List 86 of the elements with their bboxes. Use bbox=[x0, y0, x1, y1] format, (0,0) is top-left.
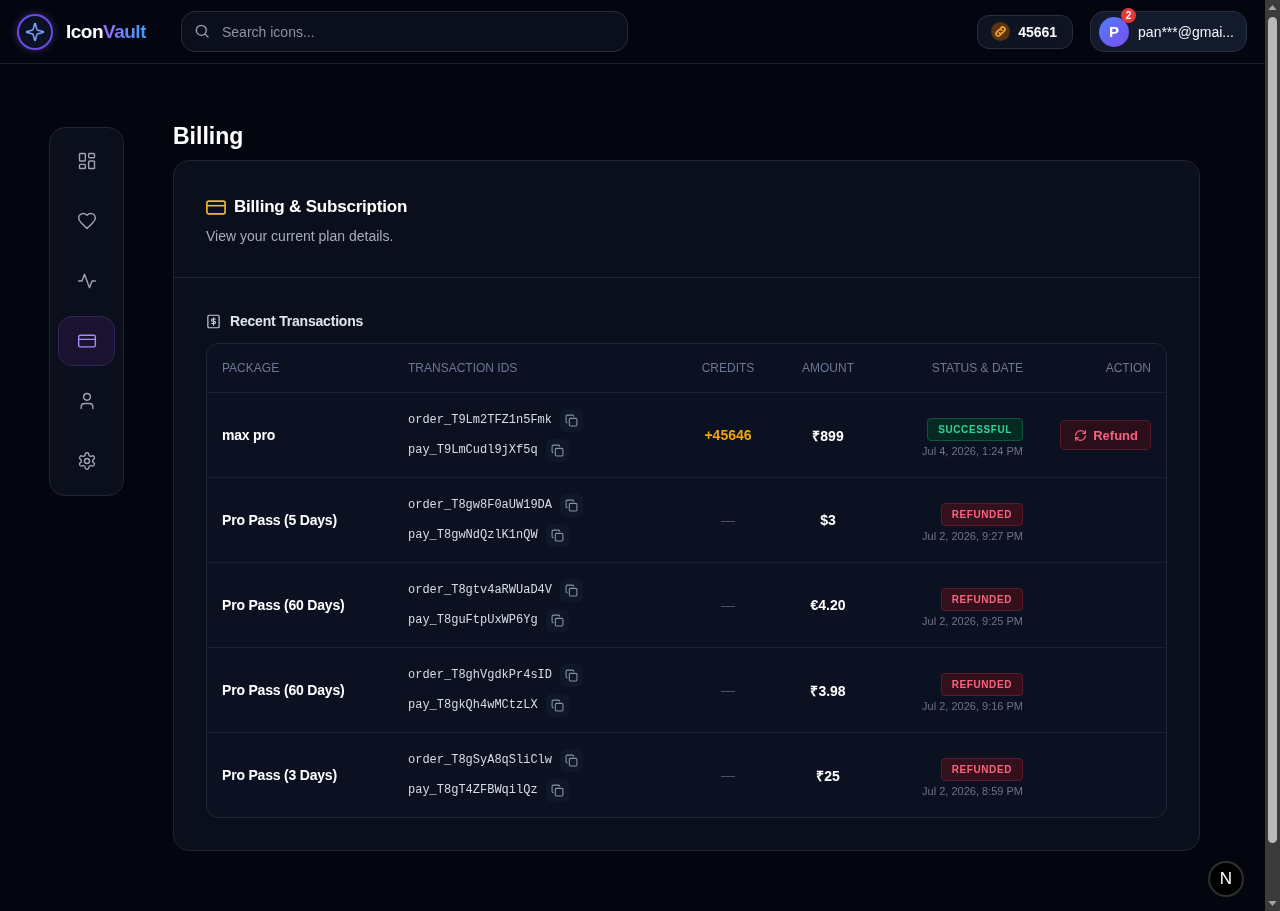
copy-icon bbox=[550, 443, 564, 457]
copy-button[interactable] bbox=[560, 408, 584, 432]
package-name: Pro Pass (60 Days) bbox=[222, 597, 345, 613]
card-subtitle: View your current plan details. bbox=[206, 227, 394, 246]
transaction-date: Jul 2, 2026, 9:25 PM bbox=[922, 614, 1023, 627]
settings-icon bbox=[76, 451, 97, 471]
column-header: CREDITS bbox=[701, 361, 755, 375]
order-id: order_T8gtv4aRWUaD4V bbox=[408, 583, 553, 597]
credits-value: — bbox=[721, 597, 735, 613]
copy-button[interactable] bbox=[545, 438, 569, 462]
column-header: TRANSACTION IDS bbox=[408, 361, 518, 375]
amount-value: €4.20 bbox=[810, 597, 846, 613]
copy-button[interactable] bbox=[560, 748, 584, 772]
payment-id: pay_T9LmCudl9jXf5q bbox=[408, 443, 538, 457]
column-header: AMOUNT bbox=[802, 361, 854, 375]
scrollbar-thumb[interactable] bbox=[1268, 17, 1277, 843]
sidebar-item[interactable] bbox=[58, 316, 115, 366]
dashboard-icon bbox=[76, 151, 97, 171]
payment-id: pay_T8gkQh4wMCtzLX bbox=[408, 698, 538, 712]
column-header: PACKAGE bbox=[222, 361, 280, 375]
status-badge: REFUNDED bbox=[940, 757, 1023, 781]
status-badge: REFUNDED bbox=[940, 502, 1023, 526]
copy-icon bbox=[550, 783, 564, 797]
amount-value: ₹3.98 bbox=[810, 682, 846, 699]
search-field[interactable]: Search icons... bbox=[181, 11, 628, 52]
transaction-date: Jul 4, 2026, 1:24 PM bbox=[922, 444, 1023, 457]
transaction-date: Jul 2, 2026, 9:16 PM bbox=[922, 699, 1023, 712]
copy-icon bbox=[565, 668, 579, 682]
status-badge: SUCCESSFUL bbox=[927, 417, 1023, 441]
card-title: Billing & Subscription bbox=[234, 197, 408, 217]
refund-button[interactable]: Refund bbox=[1060, 420, 1151, 450]
payment-id: pay_T8gT4ZFBWqilQz bbox=[408, 783, 538, 797]
coin-link-icon bbox=[991, 22, 1011, 41]
copy-button[interactable] bbox=[545, 608, 569, 632]
credit-card-icon bbox=[76, 331, 97, 351]
copy-icon bbox=[565, 413, 579, 427]
copy-icon bbox=[550, 613, 564, 627]
credit-card-icon bbox=[206, 199, 226, 215]
credits-value: — bbox=[721, 512, 735, 528]
heart-icon bbox=[76, 211, 97, 231]
user-menu-button[interactable]: P 2 pan***@gmai... bbox=[1090, 11, 1247, 52]
payment-id: pay_T8gwNdQzlK1nQW bbox=[408, 528, 538, 542]
status-badge: REFUNDED bbox=[940, 672, 1023, 696]
payment-id: pay_T8guFtpUxWP6Yg bbox=[408, 613, 538, 627]
scroll-down-icon[interactable] bbox=[1268, 901, 1277, 906]
amount-value: ₹899 bbox=[812, 427, 844, 444]
page-title: Billing bbox=[173, 122, 244, 151]
receipt-dollar-icon bbox=[206, 313, 221, 329]
sparkle-logo-icon bbox=[17, 13, 53, 50]
amount-value: $3 bbox=[820, 512, 836, 528]
package-name: Pro Pass (3 Days) bbox=[222, 767, 337, 783]
order-id: order_T8gw8F0aUW19DA bbox=[408, 498, 553, 512]
notification-badge: 2 bbox=[1121, 7, 1137, 23]
package-name: Pro Pass (60 Days) bbox=[222, 682, 345, 698]
copy-icon bbox=[550, 698, 564, 712]
search-icon bbox=[194, 23, 210, 39]
package-name: max pro bbox=[222, 427, 276, 443]
transaction-date: Jul 2, 2026, 9:27 PM bbox=[922, 529, 1023, 542]
column-header: ACTION bbox=[1105, 361, 1151, 375]
credits-value: — bbox=[721, 767, 735, 783]
copy-icon bbox=[550, 528, 564, 542]
copy-button[interactable] bbox=[560, 578, 584, 602]
amount-value: ₹25 bbox=[816, 767, 840, 784]
section-title: Recent Transactions bbox=[230, 313, 364, 329]
scroll-up-icon[interactable] bbox=[1268, 5, 1277, 10]
copy-button[interactable] bbox=[545, 778, 569, 802]
dev-tools-badge[interactable]: N bbox=[1208, 861, 1244, 897]
column-header: STATUS & DATE bbox=[931, 361, 1023, 375]
transaction-date: Jul 2, 2026, 8:59 PM bbox=[922, 784, 1023, 797]
credits-value: — bbox=[721, 682, 735, 698]
order-id: order_T8ghVgdkPr4sID bbox=[408, 668, 553, 682]
copy-button[interactable] bbox=[545, 693, 569, 717]
package-name: Pro Pass (5 Days) bbox=[222, 512, 337, 528]
credits-value: +45646 bbox=[704, 427, 752, 443]
copy-icon bbox=[565, 583, 579, 597]
copy-icon bbox=[565, 498, 579, 512]
refresh-icon bbox=[1074, 428, 1088, 442]
copy-button[interactable] bbox=[560, 493, 584, 517]
activity-icon bbox=[76, 271, 97, 291]
status-badge: REFUNDED bbox=[940, 587, 1023, 611]
order-id: order_T8gSyA8qSliClw bbox=[408, 753, 553, 767]
copy-button[interactable] bbox=[545, 523, 569, 547]
copy-button[interactable] bbox=[560, 663, 584, 687]
credits-button[interactable]: 45661 bbox=[977, 14, 1074, 49]
copy-icon bbox=[565, 753, 579, 767]
order-id: order_T9Lm2TFZ1n5Fmk bbox=[408, 413, 553, 427]
